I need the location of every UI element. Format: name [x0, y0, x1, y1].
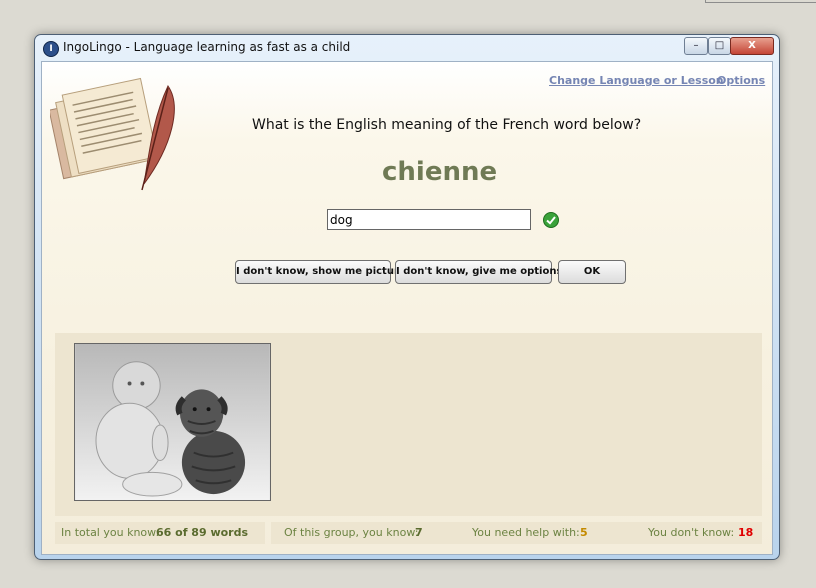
show-pictures-button[interactable]: I don't know, show me pictures	[235, 260, 412, 284]
question-text: What is the English meaning of the Frenc…	[252, 117, 642, 133]
app-icon: I	[43, 41, 59, 57]
lesson-area: Change Language or Lesson Options What i…	[41, 61, 773, 555]
dont-know-value: 18	[738, 526, 754, 539]
group-known-label: Of this group, you know:	[284, 526, 419, 539]
desktop-window-edge	[705, 0, 816, 3]
dont-know-label: You don't know:	[648, 526, 735, 539]
ingolingo-window: I IngoLingo - Language learning as fast …	[34, 34, 780, 560]
give-options-button[interactable]: I don't know, give me options	[395, 260, 562, 284]
group-stats-status: Of this group, you know: 7 You need help…	[271, 522, 762, 544]
maximize-button[interactable]: □	[708, 37, 731, 55]
picture-panel	[55, 333, 762, 516]
book-quill-icon	[50, 77, 175, 191]
ok-button[interactable]: OK	[558, 260, 626, 284]
baby-and-puppy-photo[interactable]	[74, 343, 271, 501]
options-link[interactable]: Options	[717, 74, 765, 87]
answer-input[interactable]	[327, 209, 531, 230]
total-known-value: 66 of 89 words	[156, 526, 249, 539]
need-help-value: 5	[580, 526, 588, 539]
french-word: chienne	[382, 157, 498, 187]
total-known-status: In total you know: 66 of 89 words	[55, 522, 265, 544]
total-known-label: In total you know:	[61, 526, 160, 539]
group-known-value: 7	[415, 526, 423, 539]
minimize-button[interactable]: –	[684, 37, 708, 55]
title-bar[interactable]: I IngoLingo - Language learning as fast …	[35, 35, 779, 61]
correct-check-icon	[543, 212, 559, 228]
window-title: IngoLingo - Language learning as fast as…	[63, 40, 351, 54]
change-language-link[interactable]: Change Language or Lesson	[549, 74, 724, 87]
close-button[interactable]: X	[730, 37, 774, 55]
need-help-label: You need help with:	[472, 526, 580, 539]
